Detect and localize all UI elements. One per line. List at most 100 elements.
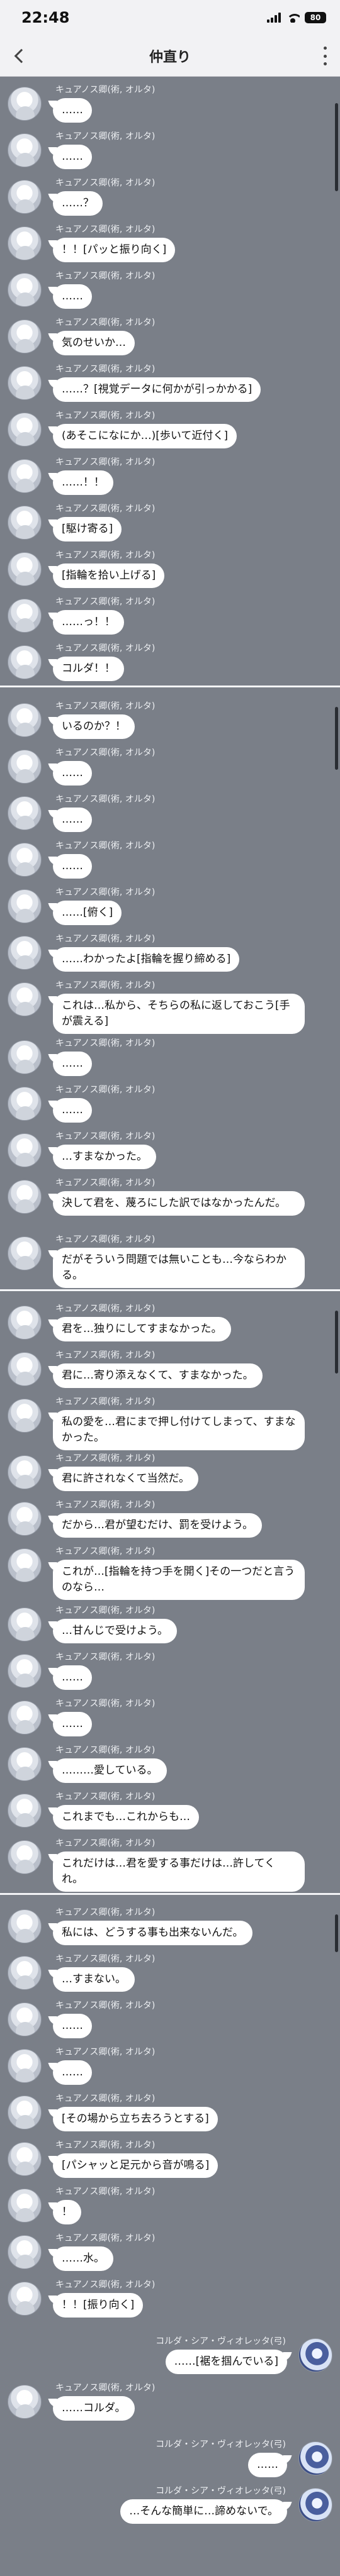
message-bubble[interactable]: …そんな簡単に…諦めないで。 <box>120 2499 287 2524</box>
avatar[interactable] <box>8 180 42 214</box>
scrollbar[interactable] <box>335 103 338 191</box>
message-bubble[interactable]: …… <box>53 284 92 309</box>
message-bubble[interactable]: …… <box>53 761 92 786</box>
avatar[interactable] <box>8 1840 42 1874</box>
message-bubble[interactable]: …… <box>248 2453 287 2477</box>
message-bubble[interactable]: 決して君を、蔑ろにした訳ではなかったんだ。 <box>53 1191 305 1216</box>
message-bubble[interactable]: …… <box>53 2014 92 2038</box>
avatar[interactable] <box>8 1133 42 1167</box>
avatar[interactable] <box>8 750 42 784</box>
avatar[interactable] <box>8 2142 42 2176</box>
message-bubble[interactable]: 気のせいか… <box>53 331 135 355</box>
avatar[interactable] <box>8 273 42 307</box>
message-bubble[interactable]: [駆け寄る] <box>53 517 122 541</box>
avatar[interactable] <box>8 2002 42 2036</box>
chat-log[interactable]: キュアノス卿(術, オルタ)…… キュアノス卿(術, オルタ)…… キュアノス卿(術… <box>0 78 340 2576</box>
message-bubble[interactable]: これまでも…これからも… <box>53 1805 199 1829</box>
message-bubble[interactable]: 君に許されなくて当然だ。 <box>53 1467 198 1491</box>
avatar[interactable] <box>298 2338 332 2372</box>
avatar[interactable] <box>8 1502 42 1536</box>
message-bubble[interactable]: …甘んじで受けよう。 <box>53 1619 177 1643</box>
avatar[interactable] <box>8 552 42 586</box>
message-bubble[interactable]: ……？[視覚データに何かが引っかかる] <box>53 377 261 402</box>
message-bubble[interactable]: …… <box>53 2060 92 2085</box>
avatar[interactable] <box>8 1747 42 1781</box>
message-bubble[interactable]: [指輪を拾い上げる] <box>53 564 165 588</box>
avatar[interactable] <box>8 2189 42 2223</box>
message-bubble[interactable]: ………愛している。 <box>53 1758 167 1783</box>
back-icon[interactable] <box>9 45 30 67</box>
message-bubble[interactable]: いるのか？！ <box>53 714 135 739</box>
avatar[interactable] <box>8 936 42 970</box>
message-bubble[interactable]: だから…君が望むだけ、罰を受けよう。 <box>53 1513 263 1538</box>
avatar[interactable] <box>8 1236 42 1270</box>
avatar[interactable] <box>8 2385 42 2419</box>
message-bubble[interactable]: …すまない。 <box>53 1967 135 1992</box>
message-bubble[interactable]: ……水。 <box>53 2246 113 2271</box>
avatar[interactable] <box>8 2235 42 2269</box>
avatar[interactable] <box>8 226 42 260</box>
avatar[interactable] <box>8 1548 42 1582</box>
avatar[interactable] <box>8 506 42 540</box>
avatar[interactable] <box>8 982 42 1016</box>
avatar[interactable] <box>8 133 42 167</box>
avatar[interactable] <box>8 2282 42 2316</box>
message-bubble[interactable]: これだけは…君を愛する事だけは…許してくれ。 <box>53 1852 305 1892</box>
message-bubble[interactable]: ……わかったよ[指輪を握り締める] <box>53 947 240 972</box>
message-bubble[interactable]: 君を…独りにしてすまなかった。 <box>53 1317 231 1341</box>
message-bubble[interactable]: ……！！ <box>53 470 113 495</box>
avatar[interactable] <box>8 87 42 121</box>
avatar[interactable] <box>8 889 42 923</box>
message-bubble[interactable]: 君に…寄り添えなくて、すまなかった。 <box>53 1363 263 1388</box>
avatar[interactable] <box>8 1040 42 1074</box>
message-bubble[interactable]: ……っ！！ <box>53 610 124 635</box>
avatar[interactable] <box>8 703 42 737</box>
message-bubble[interactable]: [その場から立ち去ろうとする] <box>53 2107 218 2131</box>
message-bubble[interactable]: …… <box>53 854 92 879</box>
avatar[interactable] <box>8 366 42 400</box>
avatar[interactable] <box>8 1306 42 1340</box>
message-bubble[interactable]: …… <box>53 145 92 169</box>
avatar[interactable] <box>8 1654 42 1688</box>
message-bubble[interactable]: ！！[パッと振り向く] <box>53 238 176 262</box>
message-bubble[interactable]: 私の愛を…君にまで押し付けてしまって、すまなかった。 <box>53 1410 305 1450</box>
message-bubble[interactable]: …… <box>53 1052 92 1076</box>
message-bubble[interactable]: ！ <box>53 2200 81 2224</box>
message-bubble[interactable]: …… <box>53 1665 92 1690</box>
avatar[interactable] <box>8 1180 42 1214</box>
message-bubble[interactable]: …… <box>53 1712 92 1736</box>
message-bubble[interactable]: …… <box>53 1098 92 1123</box>
avatar[interactable] <box>8 2049 42 2083</box>
avatar[interactable] <box>8 1956 42 1990</box>
avatar[interactable] <box>8 1607 42 1641</box>
avatar[interactable] <box>8 319 42 353</box>
avatar[interactable] <box>8 1455 42 1489</box>
message-bubble[interactable]: これは…私から、そちらの私に返しておこう[手が震える] <box>53 994 305 1034</box>
avatar[interactable] <box>8 1909 42 1943</box>
avatar[interactable] <box>8 459 42 493</box>
avatar[interactable] <box>8 796 42 830</box>
avatar[interactable] <box>298 2441 332 2475</box>
message-bubble[interactable]: これが…[指輪を持つ手を開く]その一つだと言うのなら… <box>53 1560 305 1600</box>
avatar[interactable] <box>8 1087 42 1121</box>
message-bubble[interactable]: …… <box>53 98 92 123</box>
message-bubble[interactable]: コルダ！！ <box>53 657 124 681</box>
message-bubble[interactable]: …… <box>53 808 92 832</box>
avatar[interactable] <box>8 1794 42 1828</box>
avatar[interactable] <box>8 1399 42 1433</box>
scrollbar[interactable] <box>335 1914 338 1952</box>
avatar[interactable] <box>8 2096 42 2129</box>
message-bubble[interactable]: だがそういう問題では無いことも…今ならわかる。 <box>53 1248 305 1288</box>
message-bubble[interactable]: [パシャッと足元から音が鳴る] <box>53 2153 218 2178</box>
avatar[interactable] <box>8 599 42 633</box>
message-bubble[interactable]: ……[裾を掴んでいる] <box>165 2350 287 2374</box>
scrollbar[interactable] <box>335 707 338 770</box>
message-bubble[interactable]: ……[俯く] <box>53 901 122 925</box>
message-bubble[interactable]: 私には、どうする事も出来ないんだ。 <box>53 1921 252 1945</box>
message-bubble[interactable]: …すまなかった。 <box>53 1145 156 1169</box>
avatar[interactable] <box>8 843 42 877</box>
avatar[interactable] <box>8 1701 42 1735</box>
avatar[interactable] <box>8 1352 42 1386</box>
avatar[interactable] <box>8 413 42 447</box>
message-bubble[interactable]: ……コルダ。 <box>53 2396 135 2421</box>
